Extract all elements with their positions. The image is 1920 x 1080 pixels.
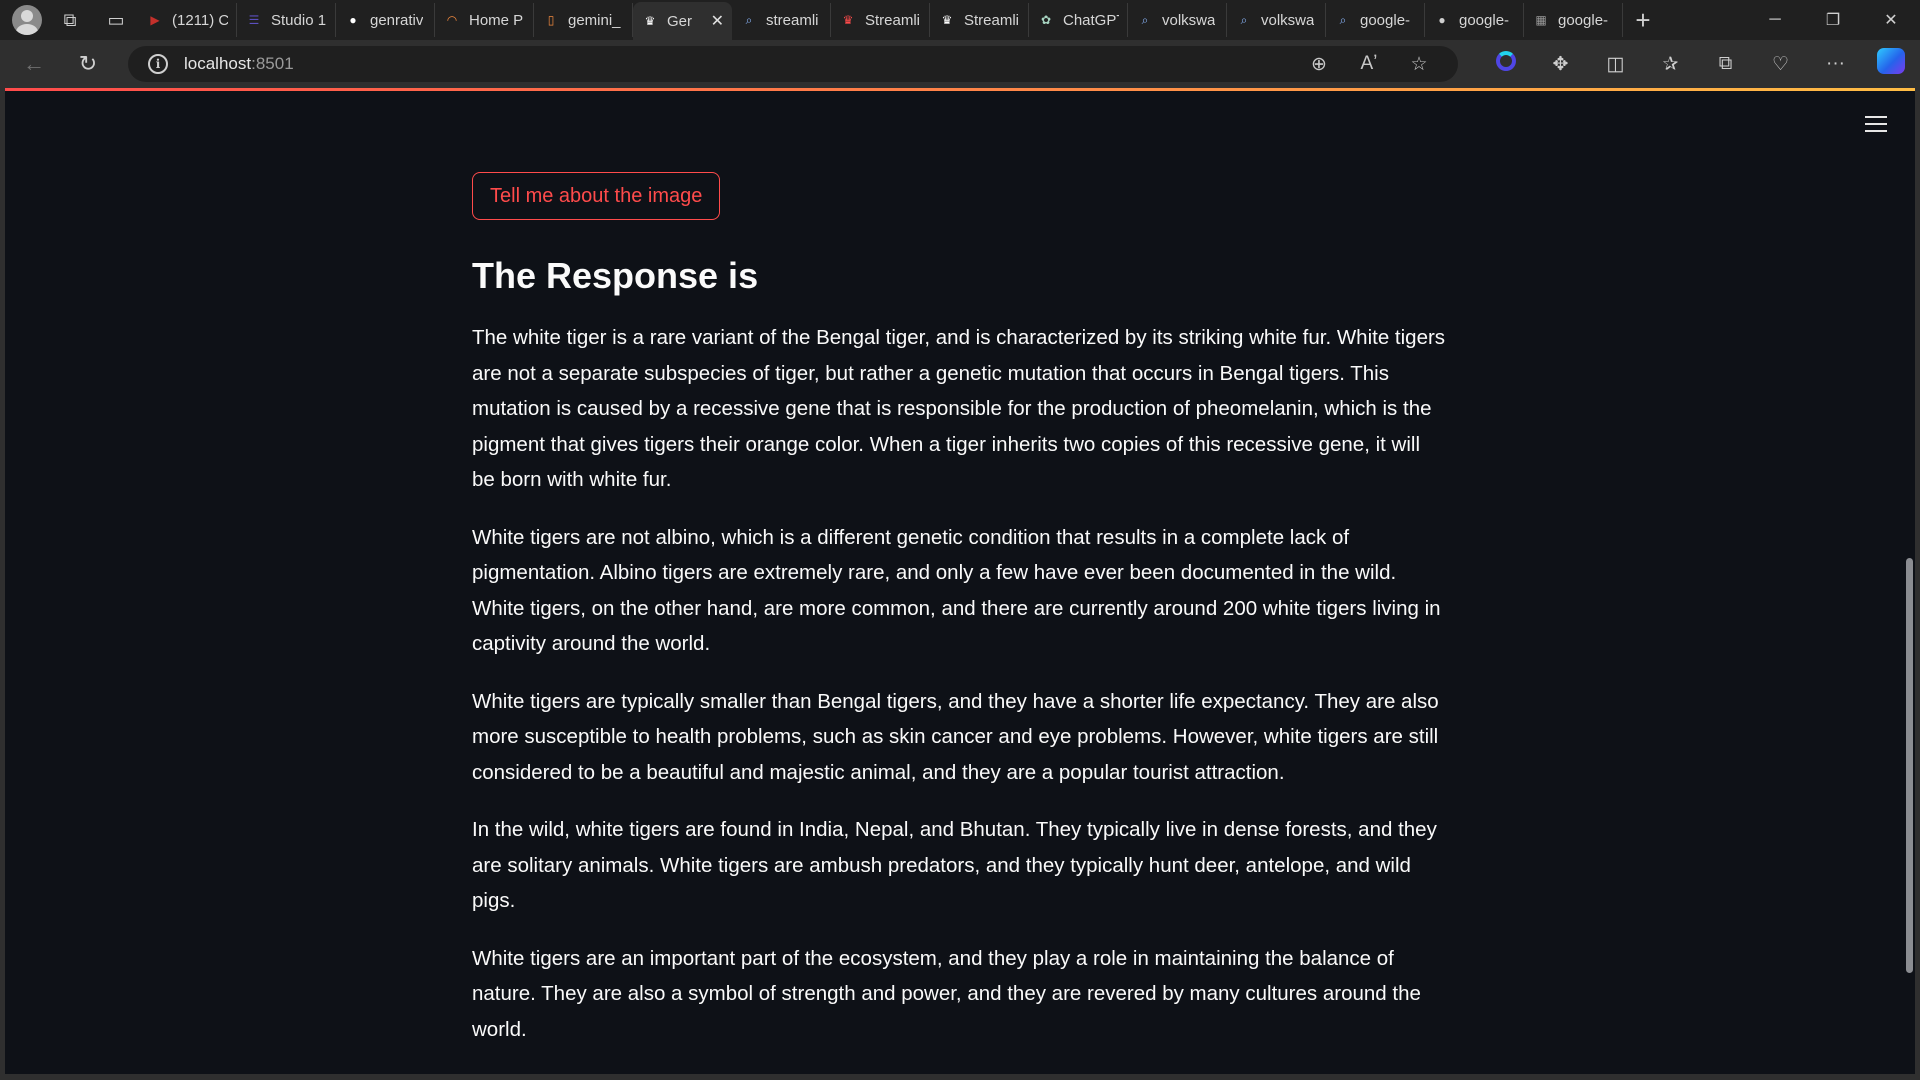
tab-label: (1211) C xyxy=(172,11,228,29)
tell-me-about-image-button[interactable]: Tell me about the image xyxy=(472,172,721,220)
response-paragraph: White tigers are an important part of th… xyxy=(472,946,1421,1041)
document-icon: ▯ xyxy=(547,13,555,27)
browser-tab[interactable]: ♛ Streamli xyxy=(831,3,930,37)
browser-tab[interactable]: ☰ Studio 1 xyxy=(237,3,336,37)
list-icon: ☰ xyxy=(248,13,260,27)
minimize-icon[interactable]: ─ xyxy=(1746,0,1804,40)
app-top-decoration xyxy=(5,88,1915,91)
zoom-icon[interactable]: ⊕ xyxy=(1294,53,1344,76)
edge-extension-icon[interactable] xyxy=(1478,51,1533,77)
tab-label: Home P xyxy=(469,11,524,29)
response-paragraph: In the wild, white tigers are found in I… xyxy=(472,818,1437,912)
response-heading: The Response is xyxy=(472,255,759,296)
tab-label: Ger xyxy=(667,12,693,30)
loading-icon: ◠ xyxy=(446,13,458,27)
tab-strip: ⧉ ▭ ▶ (1211) C ☰ Studio 1 ● genrativ ◠ Home P ▯ g… xyxy=(0,0,1920,40)
response-paragraph: White tigers are not albino, which is a … xyxy=(472,525,1441,656)
grid-icon: ▦ xyxy=(1535,13,1547,27)
browser-tab[interactable]: ♛ Ger ✕ xyxy=(633,2,732,40)
restore-icon[interactable]: ❐ xyxy=(1804,0,1862,40)
more-menu-icon[interactable]: ··· xyxy=(1808,53,1863,75)
tab-label: streamli xyxy=(766,11,819,29)
tab-label: volkswa xyxy=(1162,11,1216,29)
extensions-icon[interactable]: ✥ xyxy=(1533,53,1588,76)
github-icon: ● xyxy=(1438,13,1446,27)
site-info-icon[interactable]: i xyxy=(148,54,168,74)
response-text: The white tiger is a rare variant of the… xyxy=(472,320,1447,1047)
response-paragraph: White tigers are typically smaller than … xyxy=(472,689,1439,784)
tab-label: volkswa xyxy=(1261,11,1315,29)
collections-icon[interactable]: ⧉ xyxy=(1698,53,1753,75)
navigation-bar: ← ↻ i localhost:8501 ⊕ A͏ʼ ☆ ✥ ◫ ✰ ⧉ ♡ ·… xyxy=(0,40,1920,88)
close-tab-icon[interactable]: ✕ xyxy=(711,11,724,31)
tab-label: ChatGPT xyxy=(1063,11,1119,29)
workspaces-icon[interactable]: ⧉ xyxy=(52,4,88,36)
search-icon: ⌕ xyxy=(1141,12,1149,27)
browser-tab[interactable]: ♛ Streamli xyxy=(930,3,1029,37)
chatgpt-icon: ✿ xyxy=(1040,13,1052,27)
streamlit-icon: ♛ xyxy=(941,13,953,27)
tab-label: google- xyxy=(1459,11,1510,29)
page-viewport: Tell me about the image The Response is … xyxy=(5,88,1915,1074)
favorites-icon[interactable]: ✰ xyxy=(1643,53,1698,76)
tab-list: ▶ (1211) C ☰ Studio 1 ● genrativ ◠ Home P ▯ gemin… xyxy=(138,0,1623,40)
main-content: Tell me about the image The Response is … xyxy=(472,172,1447,1069)
tab-label: Streamli xyxy=(865,11,921,29)
window-frame-bottom xyxy=(0,1074,1920,1080)
browser-tab[interactable]: ● google- xyxy=(1425,3,1524,37)
browser-tab[interactable]: ✿ ChatGPT xyxy=(1029,3,1128,37)
url-host: localhost xyxy=(184,54,252,73)
browser-tab[interactable]: ◠ Home P xyxy=(435,3,534,37)
search-icon: ⌕ xyxy=(745,12,753,27)
browser-tab[interactable]: ▦ google- xyxy=(1524,3,1623,37)
browser-tab[interactable]: ● genrativ xyxy=(336,3,435,37)
new-tab-button[interactable]: + xyxy=(1623,4,1663,36)
favorite-star-icon[interactable]: ☆ xyxy=(1394,53,1444,76)
tab-label: Streamli xyxy=(964,11,1020,29)
hamburger-menu-icon[interactable] xyxy=(1865,116,1887,132)
browser-essentials-icon[interactable]: ♡ xyxy=(1753,53,1808,76)
browser-tab[interactable]: ⌕ volkswa xyxy=(1128,3,1227,37)
copilot-icon[interactable] xyxy=(1863,48,1918,80)
close-window-icon[interactable]: ✕ xyxy=(1862,0,1920,40)
youtube-icon: ▶ xyxy=(150,13,160,27)
tab-label: google- xyxy=(1360,11,1411,29)
url-text[interactable]: localhost:8501 xyxy=(184,54,294,74)
search-icon: ⌕ xyxy=(1240,12,1248,27)
tab-label: gemini_ xyxy=(568,11,621,29)
url-port: :8501 xyxy=(251,54,294,73)
response-paragraph: The white tiger is a rare variant of the… xyxy=(472,326,1446,491)
split-screen-icon[interactable]: ◫ xyxy=(1588,53,1643,76)
back-icon[interactable]: ← xyxy=(14,46,54,82)
tab-label: Studio 1 xyxy=(271,11,327,29)
tab-label: google- xyxy=(1558,11,1609,29)
github-icon: ● xyxy=(349,13,357,27)
streamlit-icon: ♛ xyxy=(644,14,656,28)
tab-label: genrativ xyxy=(370,11,424,29)
browser-tab[interactable]: ⌕ streamli xyxy=(732,3,831,37)
window-controls: ─ ❐ ✕ xyxy=(1746,0,1920,40)
address-bar[interactable]: i localhost:8501 ⊕ A͏ʼ ☆ xyxy=(128,46,1458,82)
tab-actions-icon[interactable]: ▭ xyxy=(98,4,134,36)
read-aloud-icon[interactable]: A͏ʼ xyxy=(1344,53,1394,75)
browser-tab[interactable]: ▶ (1211) C xyxy=(138,3,237,37)
window-frame-right xyxy=(1915,88,1920,1074)
streamlit-icon: ♛ xyxy=(842,13,854,27)
browser-tab[interactable]: ⌕ volkswa xyxy=(1227,3,1326,37)
refresh-icon[interactable]: ↻ xyxy=(68,46,108,82)
page-scrollbar[interactable] xyxy=(1906,558,1913,973)
search-icon: ⌕ xyxy=(1339,12,1347,27)
browser-tab[interactable]: ▯ gemini_ xyxy=(534,3,633,37)
profile-avatar-icon[interactable] xyxy=(12,5,42,35)
browser-tab[interactable]: ⌕ google- xyxy=(1326,3,1425,37)
